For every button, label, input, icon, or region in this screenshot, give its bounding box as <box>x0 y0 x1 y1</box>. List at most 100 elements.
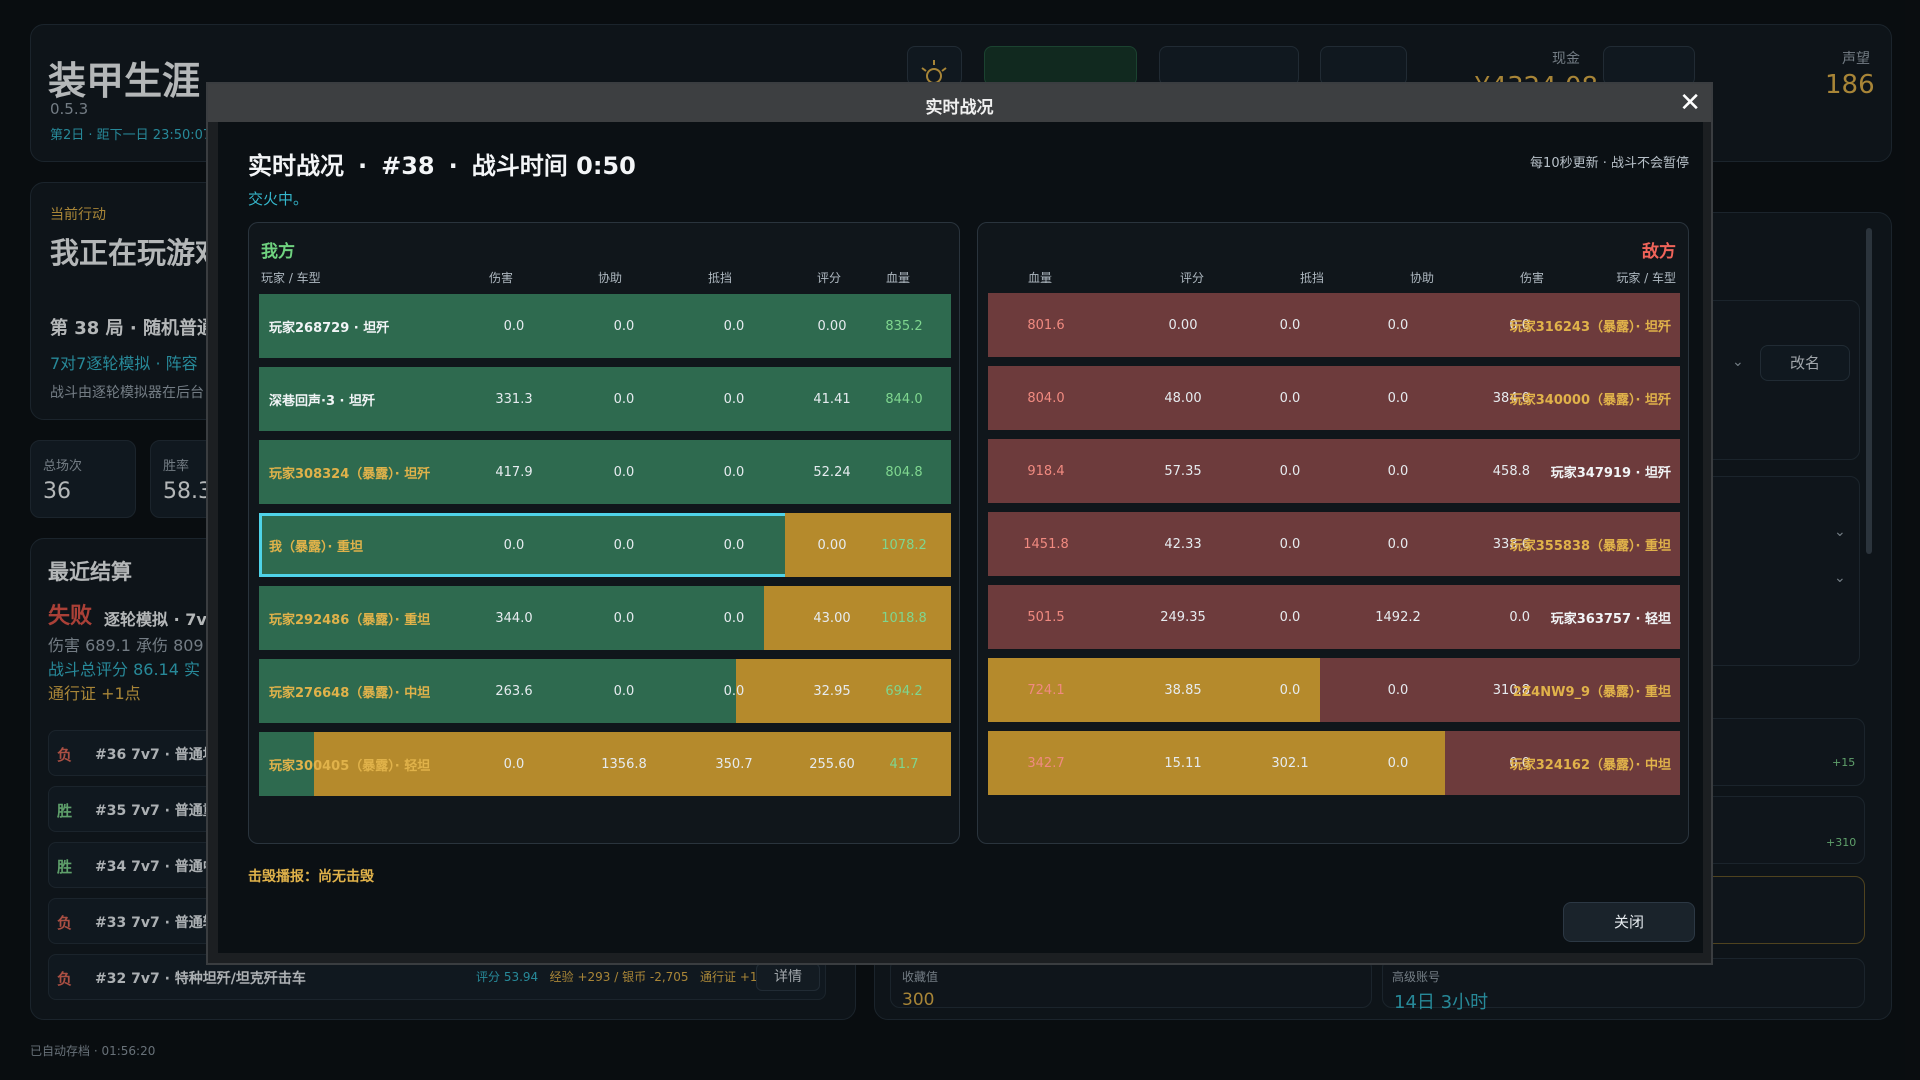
stat-damage: 0.0 <box>503 537 525 553</box>
stat-damage: 331.3 <box>495 391 533 407</box>
close-icon[interactable]: ✕ <box>1679 88 1701 118</box>
stat-hp: 1078.2 <box>881 537 927 553</box>
enemy-player-row[interactable]: 801.6 0.00 0.0 0.0 0.0 玩家316243（暴露）· 坦歼 <box>988 293 1680 357</box>
ally-player-row[interactable]: 玩家268729 · 坦歼 0.0 0.0 0.0 0.00 835.2 <box>259 294 951 358</box>
stat-name: 我（暴露）· 重坦 <box>269 539 363 555</box>
stat-hp: 1018.8 <box>881 610 927 626</box>
stat-score: 249.35 <box>1160 609 1206 625</box>
column-header: 玩家 / 车型 <box>1616 271 1676 285</box>
stat-name: 玩家268729 · 坦歼 <box>269 320 390 336</box>
stat-block: 0.0 <box>723 537 745 553</box>
column-header: 协助 <box>598 271 623 285</box>
column-header: 玩家 / 车型 <box>261 271 321 285</box>
stat-block: 0.0 <box>1279 609 1301 625</box>
stat-score: 15.11 <box>1164 755 1202 771</box>
stat-hp: 801.6 <box>1027 317 1065 333</box>
enemy-team-title: 敌方 <box>1642 242 1676 262</box>
stat-assist: 0.0 <box>613 391 635 407</box>
ally-player-row[interactable]: 玩家300405（暴露）· 轻坦 0.0 1356.8 350.7 255.60 41.7 <box>259 732 951 796</box>
stat-assist: 0.0 <box>1387 755 1409 771</box>
column-header: 伤害 <box>1520 271 1545 285</box>
battle-status: 交火中。 <box>248 190 309 208</box>
stat-score: 41.41 <box>813 391 851 407</box>
kill-feed-value: 尚无击毁 <box>318 869 374 885</box>
stat-block: 0.0 <box>723 391 745 407</box>
stat-score: 57.35 <box>1164 463 1202 479</box>
stat-damage: 417.9 <box>495 464 533 480</box>
stat-assist: 0.0 <box>1387 463 1409 479</box>
enemy-player-row[interactable]: 804.0 48.00 0.0 0.0 384.0 玩家340000（暴露）· 坦歼 <box>988 366 1680 430</box>
column-header: 伤害 <box>489 271 514 285</box>
stat-score: 32.95 <box>813 683 851 699</box>
ally-player-row[interactable]: 我（暴露）· 重坦 0.0 0.0 0.0 0.00 1078.2 <box>259 513 951 577</box>
stat-block: 0.0 <box>1279 390 1301 406</box>
column-header: 抵挡 <box>1300 271 1325 285</box>
stat-assist: 0.0 <box>613 683 635 699</box>
separator-dot: · <box>358 152 368 180</box>
ally-team-title: 我方 <box>261 242 295 262</box>
stat-score: 255.60 <box>809 756 855 772</box>
stat-block: 302.1 <box>1271 755 1309 771</box>
stat-name: 2Z4NW9_9（暴露）· 重坦 <box>1512 684 1671 700</box>
stat-name: 玩家363757 · 轻坦 <box>1550 611 1671 627</box>
separator-dot: · <box>448 152 458 180</box>
stat-block: 0.0 <box>723 610 745 626</box>
ally-player-row[interactable]: 深巷回声·3 · 坦歼 331.3 0.0 0.0 41.41 844.0 <box>259 367 951 431</box>
kill-feed-label: 击毁播报： <box>248 869 318 885</box>
stat-score: 42.33 <box>1164 536 1202 552</box>
modal-body: 实时战况 · #38 · 战斗时间 0:50 交火中。 每10秒更新 · 战斗不会暂停 … <box>218 122 1703 953</box>
stat-assist: 1492.2 <box>1375 609 1421 625</box>
stat-hp: 41.7 <box>889 756 919 772</box>
stat-hp: 501.5 <box>1027 609 1065 625</box>
stat-name: 玩家300405（暴露）· 轻坦 <box>269 758 431 774</box>
close-button[interactable]: 关闭 <box>1563 902 1695 942</box>
stat-hp: 804.0 <box>1027 390 1065 406</box>
stat-assist: 0.0 <box>613 318 635 334</box>
enemy-player-row[interactable]: 342.7 15.11 302.1 0.0 0.0 玩家324162（暴露）· 中坦 <box>988 731 1680 795</box>
stat-assist: 0.0 <box>613 464 635 480</box>
stat-score: 43.00 <box>813 610 851 626</box>
ally-player-row[interactable]: 玩家292486（暴露）· 重坦 344.0 0.0 0.0 43.00 1018.8 <box>259 586 951 650</box>
column-header: 评分 <box>817 271 842 285</box>
match-number: #38 <box>381 152 435 180</box>
stat-assist: 0.0 <box>613 537 635 553</box>
battle-title: 实时战况 <box>248 152 344 180</box>
battle-header: 实时战况 · #38 · 战斗时间 0:50 <box>248 146 650 181</box>
live-battle-modal: 实时战况 ✕ 实时战况 · #38 · 战斗时间 0:50 交火中。 每10秒更新 · … <box>206 82 1713 965</box>
stat-block: 0.0 <box>1279 536 1301 552</box>
stat-assist: 1356.8 <box>601 756 647 772</box>
stat-hp: 724.1 <box>1027 682 1065 698</box>
update-note: 每10秒更新 · 战斗不会暂停 <box>1530 156 1689 171</box>
stat-score: 48.00 <box>1164 390 1202 406</box>
enemy-team-panel: 敌方 血量 评分 抵挡 协助 伤害 玩家 / 车型 801.6 0.00 0.0 0.… <box>977 222 1689 844</box>
stat-block: 0.0 <box>723 318 745 334</box>
stat-assist: 0.0 <box>1387 536 1409 552</box>
stat-name: 玩家340000（暴露）· 坦歼 <box>1509 392 1671 408</box>
stat-damage: 263.6 <box>495 683 533 699</box>
stat-hp: 844.0 <box>885 391 923 407</box>
ally-player-row[interactable]: 玩家276648（暴露）· 中坦 263.6 0.0 0.0 32.95 694.2 <box>259 659 951 723</box>
stat-name: 玩家324162（暴露）· 中坦 <box>1509 757 1671 773</box>
column-header: 血量 <box>886 271 911 285</box>
stat-block: 0.0 <box>1279 682 1301 698</box>
battle-time: 战斗时间 0:50 <box>471 152 636 180</box>
stat-damage: 0.0 <box>503 756 525 772</box>
stat-hp: 694.2 <box>885 683 923 699</box>
enemy-player-row[interactable]: 918.4 57.35 0.0 0.0 458.8 玩家347919 · 坦歼 <box>988 439 1680 503</box>
stat-score: 0.00 <box>1168 317 1198 333</box>
ally-player-row[interactable]: 玩家308324（暴露）· 坦歼 417.9 0.0 0.0 52.24 804.8 <box>259 440 951 504</box>
stat-name: 玩家316243（暴露）· 坦歼 <box>1509 319 1671 335</box>
enemy-player-row[interactable]: 501.5 249.35 0.0 1492.2 0.0 玩家363757 · 轻坦 <box>988 585 1680 649</box>
stat-block: 0.0 <box>723 464 745 480</box>
stat-score: 38.85 <box>1164 682 1202 698</box>
stat-hp: 1451.8 <box>1023 536 1069 552</box>
column-header: 评分 <box>1180 271 1205 285</box>
stat-name: 玩家355838（暴露）· 重坦 <box>1509 538 1671 554</box>
kill-feed: 击毁播报：尚无击毁 <box>248 866 374 886</box>
enemy-player-row[interactable]: 724.1 38.85 0.0 0.0 310.8 2Z4NW9_9（暴露）· 重坦 <box>988 658 1680 722</box>
stat-hp: 918.4 <box>1027 463 1065 479</box>
ally-team-panel: 我方 玩家 / 车型 伤害 协助 抵挡 评分 血量 玩家268729 · 坦歼 0… <box>248 222 960 844</box>
stat-name: 玩家276648（暴露）· 中坦 <box>269 685 431 701</box>
stat-block: 0.0 <box>1279 317 1301 333</box>
enemy-player-row[interactable]: 1451.8 42.33 0.0 0.0 338.6 玩家355838（暴露）· 重坦 <box>988 512 1680 576</box>
